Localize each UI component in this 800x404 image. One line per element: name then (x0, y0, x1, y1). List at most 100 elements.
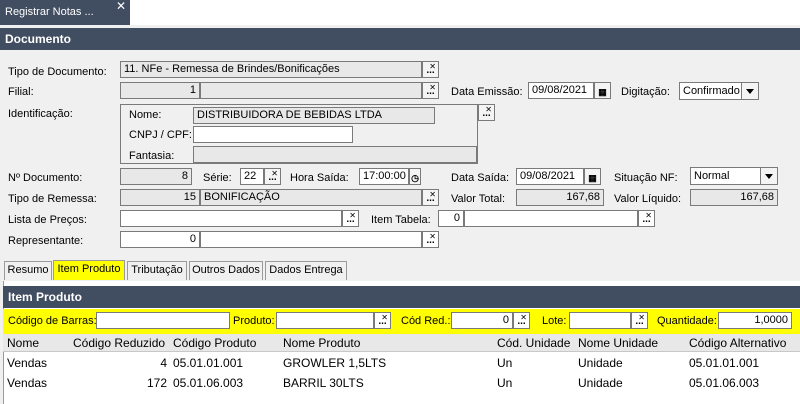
cod-red-input[interactable]: 0 (451, 312, 513, 329)
lote-label: Lote: (542, 315, 567, 327)
tab-resumo[interactable]: Resumo (4, 261, 52, 280)
chevron-down-icon (741, 83, 758, 99)
col-codigo-alternativo[interactable]: Código Alternativo (689, 334, 786, 352)
hora-saida-field[interactable]: 17:00:00 (359, 168, 409, 185)
identificacao-label: Identificação: (8, 108, 73, 120)
representante-name-field[interactable] (200, 231, 422, 248)
tipo-remessa-search-button[interactable]: ✕... (422, 189, 439, 206)
serie-search-button[interactable]: ✕... (264, 168, 281, 185)
representante-search-button[interactable]: ✕... (422, 231, 439, 248)
representante-label: Representante: (8, 235, 84, 247)
clear-icon: ✕ (645, 211, 652, 220)
situacao-nf-value: Normal (694, 170, 730, 182)
codigo-barras-input[interactable] (96, 312, 230, 329)
close-icon[interactable]: ✕ (116, 0, 126, 13)
produto-label: Produto: (233, 315, 275, 327)
produto-input[interactable] (276, 312, 374, 329)
calendar-icon[interactable]: ▦ (594, 82, 611, 99)
codigo-barras-label: Código de Barras: (8, 315, 97, 327)
lote-search-button[interactable]: ✕... (631, 312, 648, 329)
clock-icon[interactable]: ◷ (409, 168, 421, 185)
nome-field[interactable]: DISTRIBUIDORA DE BEBIDAS LTDA (193, 107, 435, 124)
tab-tributacao[interactable]: Tributação (127, 261, 187, 280)
identificacao-box: Nome: DISTRIBUIDORA DE BEBIDAS LTDA CNPJ… (120, 104, 478, 164)
lista-precos-label: Lista de Preços: (8, 214, 87, 226)
n-documento-field[interactable]: 8 (120, 168, 192, 185)
data-saida-label: Data Saída: (451, 172, 510, 184)
tipo-documento-field[interactable]: 11. NFe - Remessa de Brindes/Bonificaçõe… (120, 61, 422, 78)
filial-code-field[interactable]: 1 (120, 82, 200, 99)
table-row[interactable]: Vendas 4 05.01.01.001 GROWLER 1,5LTS Un … (3, 354, 800, 373)
tipo-documento-search-button[interactable]: ✕... (422, 61, 439, 78)
digitacao-select[interactable]: Confirmado (679, 82, 759, 100)
hora-saida-label: Hora Saída: (290, 172, 349, 184)
clear-icon: ✕ (429, 83, 436, 92)
table-row[interactable]: Vendas 172 05.01.06.003 BARRIL 30LTS Un … (3, 374, 800, 393)
tab-item-produto[interactable]: Item Produto (53, 260, 125, 280)
cell-nome: Vendas (7, 356, 48, 370)
cell-codigo-alternativo: 05.01.06.003 (689, 376, 760, 390)
valor-liquido-field[interactable]: 167,68 (690, 189, 778, 206)
cod-red-label: Cód Red.: (401, 315, 451, 327)
quantidade-input[interactable]: 1,0000 (718, 312, 792, 329)
identificacao-search-button[interactable]: ✕... (478, 104, 495, 121)
produto-search-button[interactable]: ✕... (374, 312, 391, 329)
lista-precos-field[interactable] (120, 210, 342, 227)
cnpj-cpf-label: CNPJ / CPF: (129, 129, 192, 141)
clear-icon: ✕ (381, 313, 388, 322)
lote-input[interactable] (569, 312, 631, 329)
tipo-remessa-code-field[interactable]: 15 (120, 189, 200, 206)
lista-precos-search-button[interactable]: ✕... (342, 210, 359, 227)
data-emissao-field[interactable]: 09/08/2021 (528, 82, 594, 99)
col-nome-produto[interactable]: Nome Produto (283, 334, 360, 352)
clear-icon: ✕ (485, 105, 492, 114)
clear-icon: ✕ (638, 313, 645, 322)
data-saida-field[interactable]: 09/08/2021 (516, 168, 584, 185)
representante-code-field[interactable]: 0 (120, 231, 200, 248)
window-tab-bar: Registrar Notas ... ✕ (0, 0, 800, 25)
item-produto-section-title: Item Produto (3, 286, 800, 308)
valor-total-label: Valor Total: (451, 193, 506, 205)
filial-label: Filial: (8, 86, 34, 98)
item-tabela-search-button[interactable]: ✕... (638, 210, 655, 227)
cnpj-cpf-field[interactable] (193, 126, 353, 143)
tipo-remessa-name-field[interactable]: BONIFICAÇÃO (200, 189, 422, 206)
clear-icon: ✕ (429, 62, 436, 71)
col-nome[interactable]: Nome (7, 334, 39, 352)
digitacao-label: Digitação: (621, 86, 670, 98)
item-tabela-name-field[interactable] (464, 210, 638, 227)
tab-registrar-notas[interactable]: Registrar Notas ... (0, 0, 130, 25)
documento-section-title: Documento (0, 28, 800, 50)
grid-header: Nome Código Reduzido Código Produto Nome… (3, 334, 800, 352)
chevron-down-icon (760, 168, 777, 184)
item-tabela-label: Item Tabela: (371, 214, 431, 226)
digitacao-value: Confirmado (683, 85, 740, 97)
situacao-nf-select[interactable]: Normal (690, 167, 778, 185)
clear-icon: ✕ (349, 211, 356, 220)
item-tabela-code-field[interactable]: 0 (438, 210, 464, 227)
nome-label: Nome: (129, 109, 162, 121)
tab-outros-dados[interactable]: Outros Dados (189, 261, 263, 280)
fantasia-field[interactable] (193, 146, 477, 163)
filial-name-field[interactable] (200, 82, 422, 99)
situacao-nf-label: Situação NF: (614, 172, 678, 184)
calendar-icon[interactable]: ▦ (584, 168, 601, 185)
serie-field[interactable]: 22 (240, 168, 264, 185)
tipo-documento-label: Tipo de Documento: (8, 66, 107, 78)
tab-dados-entrega[interactable]: Dados Entrega (265, 261, 347, 280)
cell-nome: Vendas (7, 376, 48, 390)
valor-total-field[interactable]: 167,68 (516, 189, 604, 206)
tab-title: Registrar Notas ... (5, 6, 94, 18)
valor-liquido-label: Valor Líquido: (614, 193, 682, 205)
col-cod-unidade[interactable]: Cód. Unidade (497, 334, 570, 352)
clear-icon: ✕ (520, 313, 527, 322)
col-codigo-produto[interactable]: Código Produto (173, 334, 256, 352)
serie-label: Série: (203, 172, 232, 184)
filial-search-button[interactable]: ✕... (422, 82, 439, 99)
subtabs-bar: Resumo Item Produto Tributação Outros Da… (0, 260, 800, 280)
col-codigo-reduzido[interactable]: Código Reduzido (73, 334, 165, 352)
cell-nome-produto: BARRIL 30LTS (283, 376, 364, 390)
cod-red-search-button[interactable]: ✕... (513, 312, 530, 329)
col-nome-unidade[interactable]: Nome Unidade (578, 334, 658, 352)
n-documento-label: Nº Documento: (8, 172, 83, 184)
